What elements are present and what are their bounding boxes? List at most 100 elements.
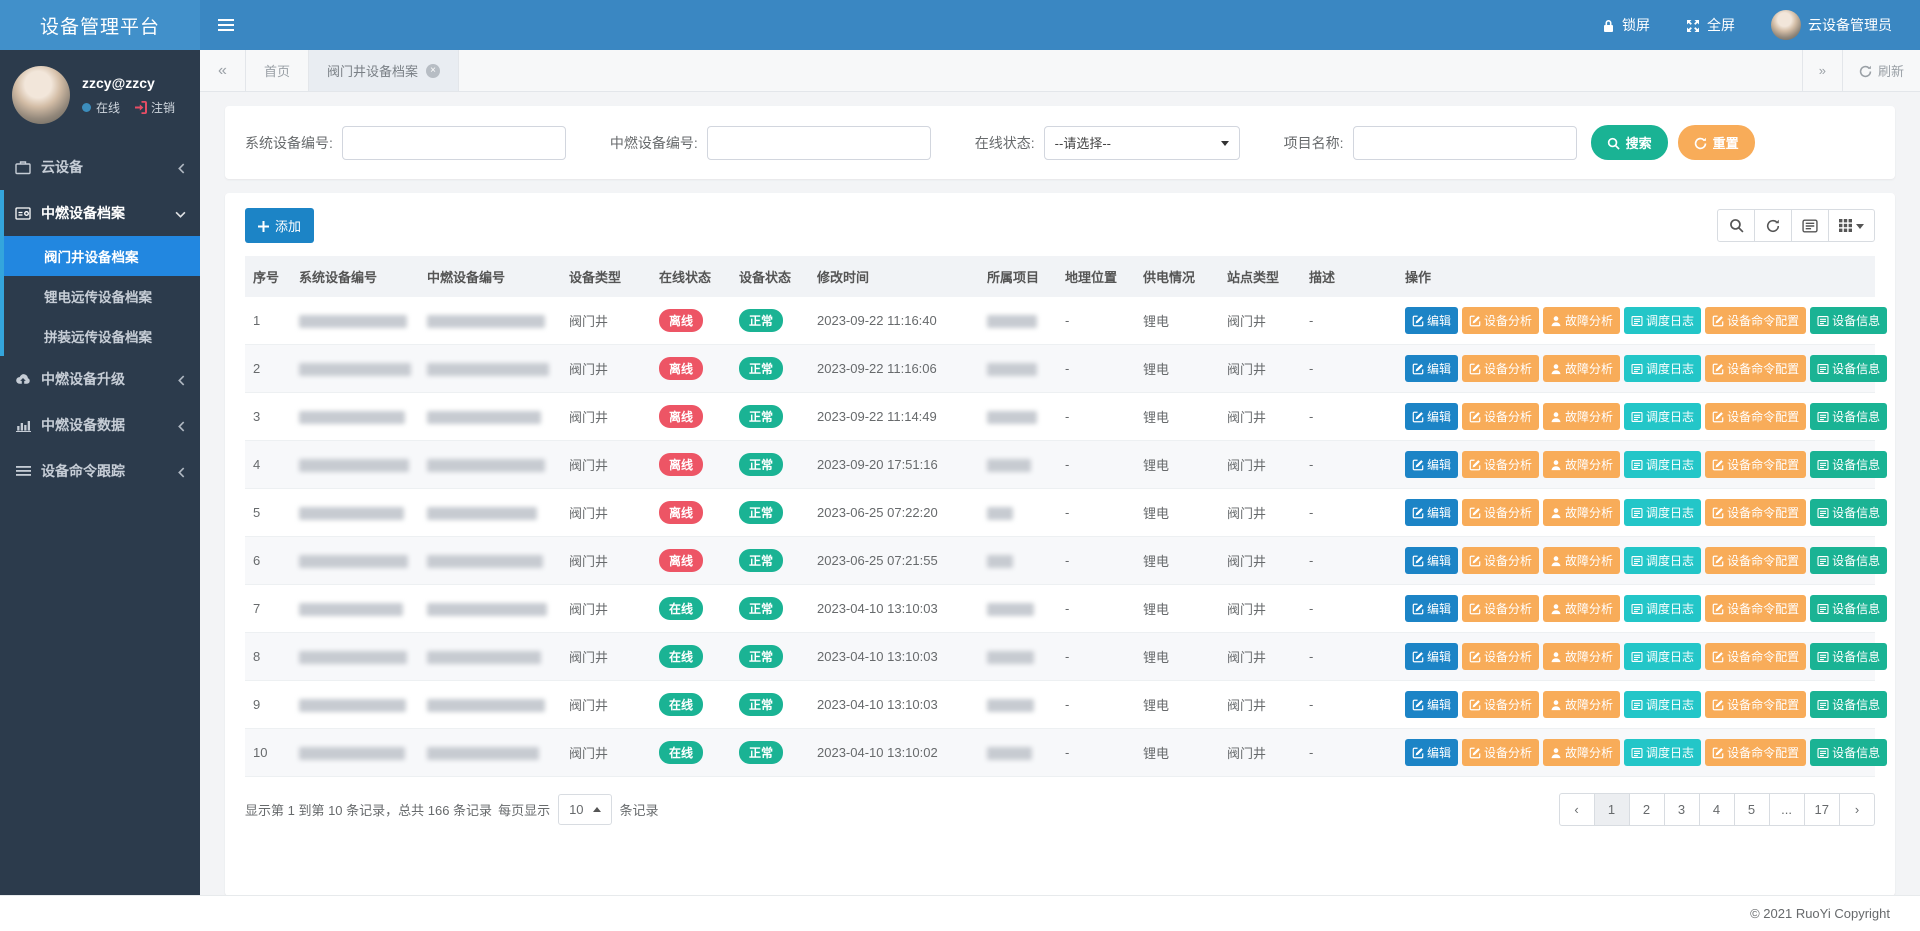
- project-name-input[interactable]: [1353, 126, 1577, 160]
- page-3-button[interactable]: 3: [1664, 793, 1700, 826]
- edit-button[interactable]: 编辑: [1405, 595, 1458, 622]
- device-command-config-button[interactable]: 设备命令配置: [1705, 499, 1806, 526]
- page-4-button[interactable]: 4: [1699, 793, 1735, 826]
- dispatch-log-button[interactable]: 调度日志: [1624, 355, 1701, 382]
- device-analysis-button[interactable]: 设备分析: [1462, 451, 1539, 478]
- dispatch-log-button[interactable]: 调度日志: [1624, 547, 1701, 574]
- dispatch-log-button[interactable]: 调度日志: [1624, 643, 1701, 670]
- device-info-button[interactable]: 设备信息: [1810, 451, 1887, 478]
- device-command-config-button[interactable]: 设备命令配置: [1705, 307, 1806, 334]
- sidebar-item-command-tracking[interactable]: 设备命令跟踪: [0, 448, 200, 494]
- page-1-button[interactable]: 1: [1594, 793, 1630, 826]
- device-analysis-button[interactable]: 设备分析: [1462, 595, 1539, 622]
- device-info-button[interactable]: 设备信息: [1810, 355, 1887, 382]
- user-menu[interactable]: 云设备管理员: [1771, 10, 1892, 40]
- edit-button[interactable]: 编辑: [1405, 739, 1458, 766]
- sidebar-subitem-lithium-remote-archive[interactable]: 锂电远传设备档案: [4, 276, 200, 316]
- search-button[interactable]: 搜索: [1591, 125, 1668, 160]
- device-analysis-button[interactable]: 设备分析: [1462, 547, 1539, 574]
- fault-analysis-button[interactable]: 故障分析: [1543, 499, 1620, 526]
- device-info-button[interactable]: 设备信息: [1810, 595, 1887, 622]
- device-analysis-button[interactable]: 设备分析: [1462, 739, 1539, 766]
- fault-analysis-button[interactable]: 故障分析: [1543, 691, 1620, 718]
- fault-analysis-button[interactable]: 故障分析: [1543, 739, 1620, 766]
- table-search-icon[interactable]: [1717, 209, 1755, 242]
- fault-analysis-button[interactable]: 故障分析: [1543, 643, 1620, 670]
- sidebar-subitem-valve-well-archive[interactable]: 阀门井设备档案: [4, 236, 200, 276]
- edit-button[interactable]: 编辑: [1405, 307, 1458, 334]
- fullscreen-button[interactable]: 全屏: [1686, 15, 1735, 35]
- sidebar-item-device-upgrade[interactable]: 中燃设备升级: [0, 356, 200, 402]
- device-command-config-button[interactable]: 设备命令配置: [1705, 643, 1806, 670]
- fault-analysis-button[interactable]: 故障分析: [1543, 355, 1620, 382]
- reset-button[interactable]: 重置: [1678, 125, 1755, 160]
- edit-button[interactable]: 编辑: [1405, 643, 1458, 670]
- edit-button[interactable]: 编辑: [1405, 403, 1458, 430]
- dispatch-log-button[interactable]: 调度日志: [1624, 403, 1701, 430]
- sidebar-item-device-data[interactable]: 中燃设备数据: [0, 402, 200, 448]
- device-info-button[interactable]: 设备信息: [1810, 499, 1887, 526]
- edit-button[interactable]: 编辑: [1405, 547, 1458, 574]
- fault-analysis-button[interactable]: 故障分析: [1543, 547, 1620, 574]
- device-info-button[interactable]: 设备信息: [1810, 307, 1887, 334]
- device-analysis-button[interactable]: 设备分析: [1462, 307, 1539, 334]
- device-analysis-button[interactable]: 设备分析: [1462, 499, 1539, 526]
- fault-analysis-button[interactable]: 故障分析: [1543, 451, 1620, 478]
- edit-button[interactable]: 编辑: [1405, 355, 1458, 382]
- device-command-config-button[interactable]: 设备命令配置: [1705, 355, 1806, 382]
- sidebar-item-device-archive[interactable]: 中燃设备档案: [4, 190, 200, 236]
- device-info-button[interactable]: 设备信息: [1810, 547, 1887, 574]
- add-button[interactable]: 添加: [245, 208, 314, 243]
- online-status-select[interactable]: --请选择--: [1044, 126, 1240, 160]
- dispatch-log-button[interactable]: 调度日志: [1624, 739, 1701, 766]
- page-ellipsis-button[interactable]: ...: [1769, 793, 1805, 826]
- device-command-config-button[interactable]: 设备命令配置: [1705, 691, 1806, 718]
- dispatch-log-button[interactable]: 调度日志: [1624, 451, 1701, 478]
- tab-scroll-left-button[interactable]: «: [200, 50, 246, 91]
- device-command-config-button[interactable]: 设备命令配置: [1705, 739, 1806, 766]
- page-size-select[interactable]: 10: [558, 794, 611, 825]
- lock-screen-button[interactable]: 锁屏: [1602, 15, 1650, 35]
- device-info-button[interactable]: 设备信息: [1810, 739, 1887, 766]
- device-command-config-button[interactable]: 设备命令配置: [1705, 451, 1806, 478]
- page-17-button[interactable]: 17: [1804, 793, 1840, 826]
- device-analysis-button[interactable]: 设备分析: [1462, 643, 1539, 670]
- dispatch-log-button[interactable]: 调度日志: [1624, 499, 1701, 526]
- fault-analysis-button[interactable]: 故障分析: [1543, 595, 1620, 622]
- fault-analysis-button[interactable]: 故障分析: [1543, 307, 1620, 334]
- device-info-button[interactable]: 设备信息: [1810, 403, 1887, 430]
- device-info-button[interactable]: 设备信息: [1810, 691, 1887, 718]
- device-command-config-button[interactable]: 设备命令配置: [1705, 595, 1806, 622]
- page-5-button[interactable]: 5: [1734, 793, 1770, 826]
- next-page-button[interactable]: ›: [1839, 793, 1875, 826]
- edit-button[interactable]: 编辑: [1405, 451, 1458, 478]
- prev-page-button[interactable]: ‹: [1559, 793, 1595, 826]
- device-analysis-button[interactable]: 设备分析: [1462, 355, 1539, 382]
- dispatch-log-button[interactable]: 调度日志: [1624, 307, 1701, 334]
- zr-device-no-input[interactable]: [707, 126, 931, 160]
- sidebar-toggle-button[interactable]: [200, 0, 252, 50]
- edit-button[interactable]: 编辑: [1405, 691, 1458, 718]
- device-command-config-button[interactable]: 设备命令配置: [1705, 547, 1806, 574]
- sidebar-subitem-assembled-remote-archive[interactable]: 拼装远传设备档案: [4, 316, 200, 356]
- dispatch-log-button[interactable]: 调度日志: [1624, 595, 1701, 622]
- device-command-config-button[interactable]: 设备命令配置: [1705, 403, 1806, 430]
- refresh-tab-button[interactable]: 刷新: [1842, 50, 1920, 91]
- fault-analysis-button[interactable]: 故障分析: [1543, 403, 1620, 430]
- device-analysis-button[interactable]: 设备分析: [1462, 691, 1539, 718]
- tab-home[interactable]: 首页: [246, 50, 309, 91]
- edit-button[interactable]: 编辑: [1405, 499, 1458, 526]
- page-2-button[interactable]: 2: [1629, 793, 1665, 826]
- device-analysis-button[interactable]: 设备分析: [1462, 403, 1539, 430]
- close-tab-icon[interactable]: ×: [426, 64, 440, 78]
- sidebar-item-cloud-device[interactable]: 云设备: [0, 144, 200, 190]
- tab-scroll-right-button[interactable]: »: [1802, 50, 1842, 91]
- columns-grid-icon[interactable]: [1828, 209, 1875, 242]
- logout-button[interactable]: 注销: [134, 99, 175, 116]
- tab-valve-well-archive[interactable]: 阀门井设备档案 ×: [309, 50, 459, 91]
- dispatch-log-button[interactable]: 调度日志: [1624, 691, 1701, 718]
- detail-view-icon[interactable]: [1791, 209, 1829, 242]
- device-info-button[interactable]: 设备信息: [1810, 643, 1887, 670]
- table-refresh-icon[interactable]: [1754, 209, 1792, 242]
- system-device-no-input[interactable]: [342, 126, 566, 160]
